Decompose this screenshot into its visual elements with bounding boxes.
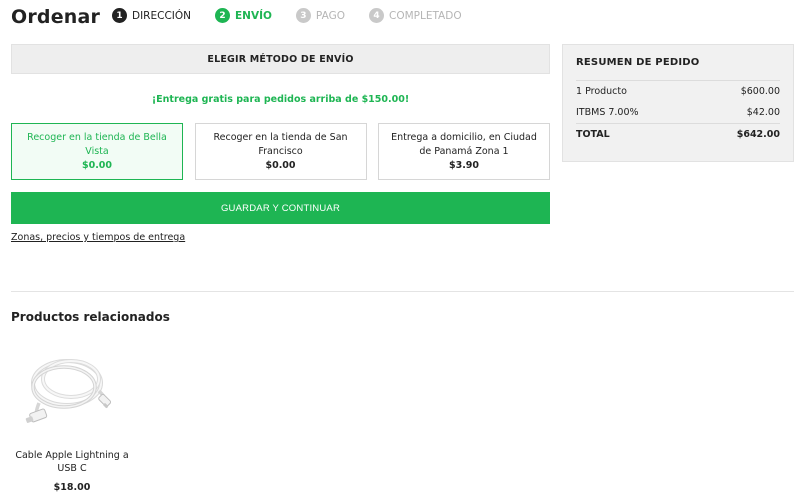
- related-products-title: Productos relacionados: [11, 310, 170, 324]
- summary-label: TOTAL: [576, 128, 610, 140]
- step-label: ENVÍO: [235, 9, 272, 22]
- option-price: $0.00: [265, 159, 296, 171]
- option-label: Recoger en la tienda de Bella Vista: [27, 131, 167, 157]
- step-shipping[interactable]: 2 ENVÍO: [215, 8, 272, 23]
- step-address[interactable]: 1 DIRECCIÓN: [112, 8, 191, 23]
- summary-title: RESUMEN DE PEDIDO: [576, 45, 780, 81]
- option-price: $3.90: [448, 159, 480, 171]
- shipping-option-san-francisco[interactable]: Recoger en la tienda de San Francisco $0…: [194, 123, 367, 180]
- step-label: COMPLETADO: [388, 9, 462, 22]
- shipping-option-home-delivery[interactable]: Entrega a domicilio, en Ciudad de Panamá…: [378, 123, 550, 180]
- summary-row-total: TOTAL $642.00: [576, 123, 780, 144]
- zones-link[interactable]: Zonas, precios y tiempos de entrega: [11, 232, 185, 243]
- option-label: Entrega a domicilio, en Ciudad de Panamá…: [391, 131, 537, 157]
- shipping-options: Recoger en la tienda de Bella Vista $0.0…: [11, 123, 550, 180]
- step-completed: 4 COMPLETADO: [368, 8, 462, 23]
- step-number: 2: [215, 8, 230, 23]
- summary-label: ITBMS 7.00%: [576, 107, 639, 118]
- summary-value: $642.00: [736, 128, 780, 140]
- summary-value: $600.00: [740, 86, 780, 97]
- step-label: PAGO: [315, 9, 345, 22]
- header: Ordenar: [11, 4, 100, 30]
- step-number: 3: [295, 8, 311, 23]
- option-price: $0.00: [81, 159, 113, 171]
- product-price: $18.00: [53, 482, 91, 493]
- product-name[interactable]: Cable Apple Lightning a USB C: [11, 449, 133, 475]
- step-label: DIRECCIÓN: [132, 9, 191, 22]
- save-and-continue-button[interactable]: GUARDAR Y CONTINUAR: [11, 192, 550, 224]
- option-label: Recoger en la tienda de San Francisco: [213, 131, 348, 157]
- order-summary: RESUMEN DE PEDIDO 1 Producto $600.00 ITB…: [562, 44, 794, 162]
- shipping-option-bella-vista[interactable]: Recoger en la tienda de Bella Vista $0.0…: [11, 123, 183, 180]
- step-number: 1: [112, 8, 127, 23]
- free-shipping-note: ¡Entrega gratis para pedidos arriba de $…: [151, 94, 410, 105]
- shipping-section: ELEGIR MÉTODO DE ENVÍO ¡Entrega gratis p…: [11, 44, 550, 244]
- section-divider: [11, 291, 794, 292]
- summary-row-products: 1 Producto $600.00: [576, 81, 780, 102]
- summary-row-tax: ITBMS 7.00% $42.00: [576, 102, 780, 123]
- product-card[interactable]: Cable Apple Lightning a USB C $18.00: [11, 345, 133, 493]
- shipping-section-title: ELEGIR MÉTODO DE ENVÍO: [11, 44, 550, 74]
- step-number: 4: [368, 8, 384, 23]
- page-title: Ordenar: [11, 6, 101, 28]
- checkout-steps: 1 DIRECCIÓN 2 ENVÍO 3 PAGO 4 COMPLETADO: [112, 8, 486, 23]
- summary-value: $42.00: [746, 107, 780, 118]
- summary-label: 1 Producto: [576, 86, 627, 97]
- step-payment: 3 PAGO: [295, 8, 345, 23]
- usb-cable-image[interactable]: [17, 345, 127, 435]
